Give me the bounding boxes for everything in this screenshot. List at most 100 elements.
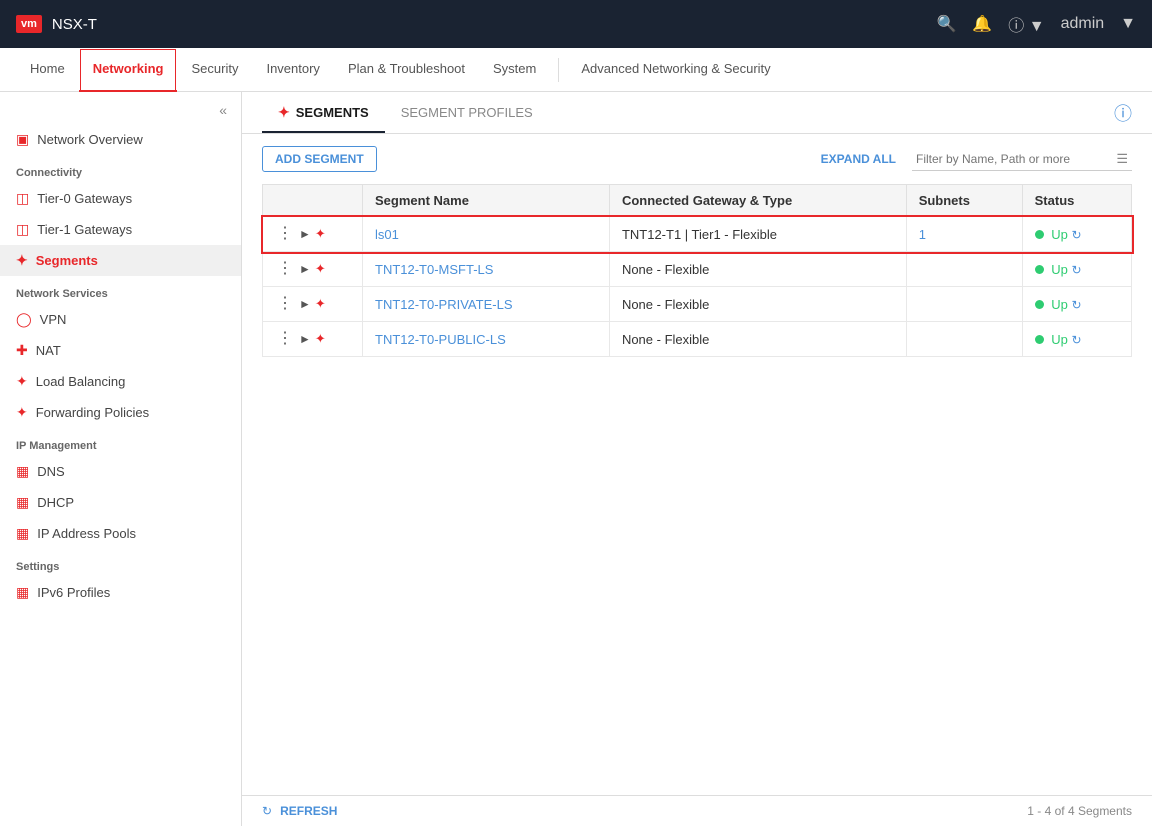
status-cell: Up ↻ — [1022, 252, 1131, 287]
search-icon[interactable]: 🔍 — [936, 14, 956, 34]
nav-bar: Home Networking Security Inventory Plan … — [0, 48, 1152, 92]
sidebar-item-label: NAT — [36, 343, 61, 358]
status-text: Up — [1051, 227, 1068, 242]
app-title: NSX-T — [52, 16, 97, 33]
row-refresh-icon[interactable]: ↻ — [1072, 263, 1082, 277]
row-refresh-icon[interactable]: ↻ — [1072, 228, 1082, 242]
row-expand-button[interactable]: ► — [299, 297, 311, 311]
add-segment-button[interactable]: ADD SEGMENT — [262, 146, 377, 172]
nav-divider — [558, 58, 559, 82]
subnets-cell — [906, 287, 1022, 322]
sidebar-item-dns[interactable]: ▦ DNS — [0, 456, 241, 487]
filter-lines-icon: ☰ — [1116, 151, 1128, 167]
row-actions-cell: ⋮ ► ✦ — [263, 217, 363, 252]
status-cell: Up ↻ — [1022, 287, 1131, 322]
status-dot — [1035, 230, 1044, 239]
row-expand-button[interactable]: ► — [299, 332, 311, 346]
sidebar-item-label: Tier-1 Gateways — [37, 222, 132, 237]
nav-networking[interactable]: Networking — [79, 48, 178, 92]
topbar: vm NSX-T 🔍 🔔 ⓘ ▼ admin ▼ — [0, 0, 1152, 48]
nat-icon: ✚ — [16, 342, 28, 359]
row-refresh-icon[interactable]: ↻ — [1072, 333, 1082, 347]
gateway-type-cell: None - Flexible — [609, 322, 906, 357]
row-expand-button[interactable]: ► — [299, 262, 311, 276]
sidebar-item-label: IP Address Pools — [37, 526, 136, 541]
topbar-right: 🔍 🔔 ⓘ ▼ admin ▼ — [936, 12, 1136, 36]
pools-icon: ▦ — [16, 525, 29, 542]
row-menu-button[interactable]: ⋮ — [275, 296, 295, 312]
status-dot — [1035, 335, 1044, 344]
content-tabs: ✦ SEGMENTS SEGMENT PROFILES ⓘ — [242, 92, 1152, 134]
row-expand-button[interactable]: ► — [299, 227, 311, 241]
filter-input-wrap: ☰ — [912, 148, 1132, 171]
gateway-type-cell: None - Flexible — [609, 252, 906, 287]
subnets-cell — [906, 252, 1022, 287]
row-refresh-icon[interactable]: ↻ — [1072, 298, 1082, 312]
segment-name-link[interactable]: TNT12-T0-PUBLIC-LS — [375, 332, 506, 347]
segment-name-cell: TNT12-T0-PRIVATE-LS — [363, 287, 610, 322]
col-subnets: Subnets — [906, 185, 1022, 217]
sidebar-item-forwarding-policies[interactable]: ✦ Forwarding Policies — [0, 397, 241, 428]
tab-segments-label: SEGMENTS — [296, 105, 369, 120]
sidebar-item-network-overview[interactable]: ▣ Network Overview — [0, 124, 241, 155]
ipv6-icon: ▦ — [16, 584, 29, 601]
segment-name-link[interactable]: ls01 — [375, 227, 399, 242]
col-gateway-type: Connected Gateway & Type — [609, 185, 906, 217]
col-segment-name: Segment Name — [363, 185, 610, 217]
status-dot — [1035, 300, 1044, 309]
bell-icon[interactable]: 🔔 — [972, 14, 992, 34]
subnet-link[interactable]: 1 — [919, 227, 926, 242]
status-cell: Up ↻ — [1022, 322, 1131, 357]
network-overview-icon: ▣ — [16, 131, 29, 148]
tab-profiles-label: SEGMENT PROFILES — [401, 105, 533, 120]
subnets-cell: 1 — [906, 217, 1022, 252]
row-menu-button[interactable]: ⋮ — [275, 331, 295, 347]
segment-icon: ✦ — [315, 296, 326, 312]
row-actions-cell: ⋮ ► ✦ — [263, 252, 363, 287]
nav-home[interactable]: Home — [16, 48, 79, 92]
nav-inventory[interactable]: Inventory — [252, 48, 333, 92]
refresh-button[interactable]: REFRESH — [280, 804, 337, 818]
nav-security[interactable]: Security — [177, 48, 252, 92]
row-actions: ⋮ ► ✦ — [275, 261, 350, 277]
sidebar-item-nat[interactable]: ✚ NAT — [0, 335, 241, 366]
sidebar-item-tier1[interactable]: ◫ Tier-1 Gateways — [0, 214, 241, 245]
user-menu[interactable]: admin — [1061, 15, 1105, 33]
table-row: ⋮ ► ✦ ls01 TNT12-T1 | Tier1 - Flexible 1 — [263, 217, 1132, 252]
sidebar-collapse-button[interactable]: « — [215, 100, 231, 120]
user-chevron[interactable]: ▼ — [1120, 15, 1136, 33]
row-menu-button[interactable]: ⋮ — [275, 226, 295, 242]
segment-icon: ✦ — [315, 226, 326, 242]
toolbar: ADD SEGMENT EXPAND ALL ☰ — [242, 134, 1152, 184]
help-icon[interactable]: ⓘ ▼ — [1008, 12, 1044, 36]
nav-plan[interactable]: Plan & Troubleshoot — [334, 48, 479, 92]
segment-name-link[interactable]: TNT12-T0-PRIVATE-LS — [375, 297, 512, 312]
sidebar-item-tier0[interactable]: ◫ Tier-0 Gateways — [0, 183, 241, 214]
expand-all-button[interactable]: EXPAND ALL — [821, 152, 896, 166]
filter-input[interactable] — [912, 148, 1132, 171]
status-cell: Up ↻ — [1022, 217, 1131, 252]
tab-segment-profiles[interactable]: SEGMENT PROFILES — [385, 93, 549, 132]
table-row: ⋮ ► ✦ TNT12-T0-MSFT-LS None - Flexible — [263, 252, 1132, 287]
vpn-icon: ◯ — [16, 311, 32, 328]
sidebar-item-segments[interactable]: ✦ Segments — [0, 245, 241, 276]
sidebar-item-dhcp[interactable]: ▦ DHCP — [0, 487, 241, 518]
content-help-icon[interactable]: ⓘ — [1114, 100, 1132, 126]
nav-system[interactable]: System — [479, 48, 550, 92]
sidebar-item-load-balancing[interactable]: ✦ Load Balancing — [0, 366, 241, 397]
sidebar-item-vpn[interactable]: ◯ VPN — [0, 304, 241, 335]
sidebar-item-label: DNS — [37, 464, 64, 479]
status-text: Up — [1051, 332, 1068, 347]
tier0-icon: ◫ — [16, 190, 29, 207]
sidebar-item-label: Segments — [36, 253, 98, 268]
sidebar-item-ipv6-profiles[interactable]: ▦ IPv6 Profiles — [0, 577, 241, 608]
tier1-icon: ◫ — [16, 221, 29, 238]
sidebar-item-ip-address-pools[interactable]: ▦ IP Address Pools — [0, 518, 241, 549]
row-menu-button[interactable]: ⋮ — [275, 261, 295, 277]
dns-icon: ▦ — [16, 463, 29, 480]
segments-table-wrap: Segment Name Connected Gateway & Type Su… — [242, 184, 1152, 795]
segment-name-link[interactable]: TNT12-T0-MSFT-LS — [375, 262, 493, 277]
nav-advanced[interactable]: Advanced Networking & Security — [567, 48, 784, 92]
network-services-section-label: Network Services — [0, 276, 241, 304]
tab-segments[interactable]: ✦ SEGMENTS — [262, 92, 385, 133]
